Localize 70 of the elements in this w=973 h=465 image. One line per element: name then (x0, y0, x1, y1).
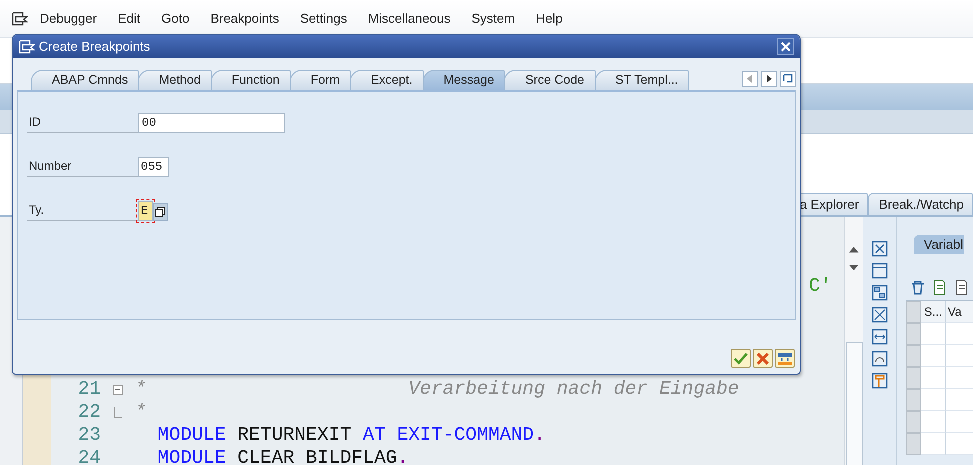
tab[interactable]: ABAP Cmnds (31, 70, 140, 90)
menu-item[interactable]: Help (536, 11, 563, 26)
tab[interactable]: Form (290, 70, 352, 90)
trash-icon[interactable] (910, 280, 926, 296)
close-box-icon[interactable] (872, 241, 888, 257)
input-field[interactable]: E (138, 201, 153, 221)
input-field[interactable]: 00 (138, 113, 285, 133)
tab-list-button[interactable] (780, 71, 796, 87)
menu-item[interactable]: Breakpoints (210, 11, 280, 26)
tab[interactable]: Method (138, 70, 212, 90)
copy-icon (155, 206, 166, 218)
code-line: * (135, 401, 146, 424)
code-line: * Verarbeitung nach der Eingabe (135, 378, 740, 401)
table-cell (921, 411, 946, 433)
cancel-icon (757, 352, 769, 364)
new-window-icon[interactable] (872, 263, 888, 279)
tools-icon[interactable] (872, 373, 888, 389)
options-icon (777, 352, 793, 366)
left-arrow-icon (747, 75, 753, 83)
confirm-button[interactable] (731, 349, 751, 368)
scroll-down-icon[interactable] (849, 264, 859, 270)
menu-item[interactable]: Debugger (40, 11, 98, 26)
tab[interactable]: Message (422, 70, 506, 90)
line-number: 21 (77, 378, 101, 401)
code-line: MODULE RETURNEXIT AT EXIT-COMMAND. (156, 424, 546, 447)
value-help-button[interactable] (153, 203, 168, 221)
table-cell (921, 323, 946, 345)
window-icon (19, 40, 35, 54)
document-icon[interactable] (954, 280, 970, 296)
line-number: 22 (77, 401, 101, 424)
scrollbar[interactable] (844, 217, 863, 465)
menu-item[interactable]: Miscellaneous (368, 11, 451, 26)
menu-item[interactable]: System (472, 11, 516, 26)
window-title: Create Breakpoints (39, 39, 152, 54)
table-cell (921, 389, 946, 411)
tab[interactable]: Srce Code (504, 70, 596, 90)
document-icon[interactable] (932, 280, 948, 296)
collapse-icon[interactable] (113, 384, 123, 394)
scroll-right-button[interactable] (761, 71, 777, 87)
tab[interactable]: Function (210, 70, 291, 90)
column-header[interactable]: S... (921, 301, 946, 323)
fold-end-icon (114, 406, 122, 418)
table-cell (921, 345, 946, 367)
layout-icon[interactable] (872, 285, 888, 301)
options-button[interactable] (775, 349, 795, 368)
input-field[interactable]: 055 (138, 157, 169, 177)
tab[interactable]: Break./Watchp (868, 193, 973, 215)
table-cell (921, 367, 946, 389)
menu-icon[interactable] (12, 12, 28, 26)
scroll-thumb[interactable] (846, 342, 862, 465)
line-number: 24 (77, 447, 101, 465)
close-button[interactable] (777, 38, 794, 55)
scroll-up-icon[interactable] (849, 247, 859, 253)
checkmark-icon (734, 352, 748, 364)
close-icon (780, 42, 790, 52)
tab[interactable]: Variabl (914, 235, 964, 254)
menu-item[interactable]: Settings (300, 11, 348, 26)
menu-item[interactable]: Goto (162, 11, 190, 26)
table-cell (921, 433, 946, 455)
right-arrow-icon (766, 75, 772, 83)
tab[interactable]: Except. (350, 70, 424, 90)
width-icon[interactable] (872, 329, 888, 345)
cancel-button[interactable] (753, 349, 773, 368)
list-icon (783, 74, 793, 84)
line-number: 23 (77, 424, 101, 447)
code-line: MODULE CLEAR BILDFLAG. (156, 447, 409, 465)
menu-item[interactable]: Edit (118, 11, 141, 26)
code-text: C' (809, 275, 832, 297)
tab[interactable]: ST Templ... (594, 70, 690, 90)
column-header[interactable]: Va (946, 301, 973, 323)
